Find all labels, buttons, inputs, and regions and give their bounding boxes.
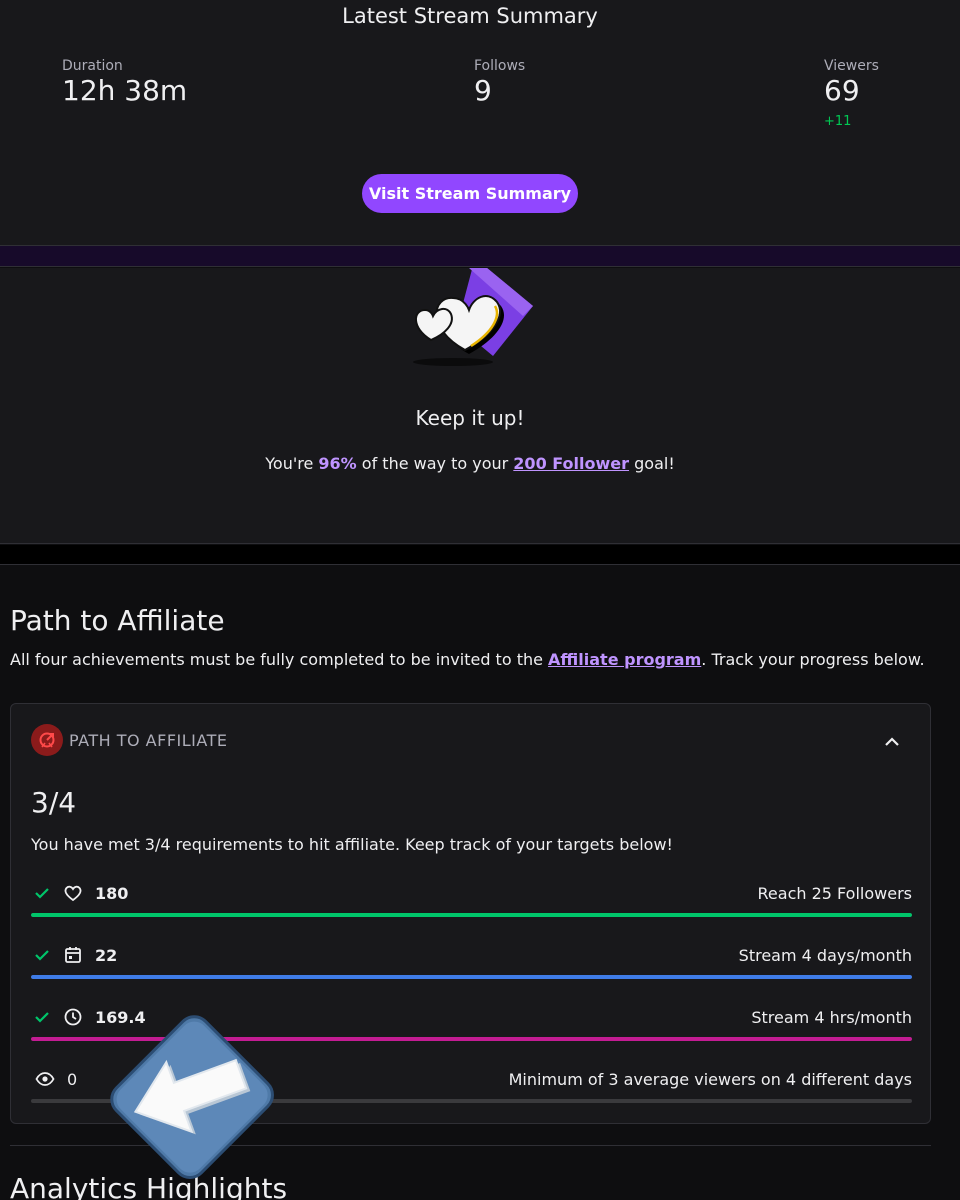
stat-value: 12h 38m xyxy=(62,74,188,107)
heart-icon xyxy=(64,885,82,902)
stat-follows: Follows 9 xyxy=(474,58,525,106)
eye-icon xyxy=(35,1072,55,1086)
stat-label: Duration xyxy=(62,58,123,74)
requirement-goal: Stream 4 days/month xyxy=(738,945,912,965)
summary-title: Latest Stream Summary xyxy=(342,4,598,28)
card-header: PATH TO AFFILIATE xyxy=(31,724,227,756)
requirement-followers: 180 Reach 25 Followers xyxy=(31,878,912,922)
requirement-progress-fill xyxy=(31,975,912,979)
goal-text-prefix: You're xyxy=(265,454,319,473)
stat-viewers: Viewers 69 +11 xyxy=(824,58,879,129)
section-divider xyxy=(0,246,960,267)
requirement-progress-bar xyxy=(31,975,912,979)
requirements-description: You have met 3/4 requirements to hit aff… xyxy=(31,835,673,854)
check-icon xyxy=(35,888,49,899)
clock-icon xyxy=(64,1008,82,1026)
requirement-goal: Reach 25 Followers xyxy=(757,883,912,903)
check-icon xyxy=(35,950,49,961)
follower-goal-panel: Keep it up! You're 96% of the way to you… xyxy=(0,268,960,544)
affiliate-badge-icon xyxy=(31,724,63,756)
requirement-progress-fill xyxy=(31,913,912,917)
goal-percent: 96% xyxy=(318,454,357,473)
stat-label: Viewers xyxy=(824,58,879,74)
visit-stream-summary-button[interactable]: Visit Stream Summary xyxy=(362,174,578,213)
hearts-illustration-icon xyxy=(413,268,533,366)
stream-summary-panel: Latest Stream Summary Duration 12h 38m F… xyxy=(0,0,960,246)
requirement-value: 22 xyxy=(95,945,118,965)
goal-title: Keep it up! xyxy=(415,406,525,430)
requirement-value: 0 xyxy=(67,1069,78,1089)
path-to-affiliate-heading: Path to Affiliate xyxy=(10,604,225,637)
chevron-up-icon[interactable] xyxy=(880,730,904,754)
goal-text-mid: of the way to your xyxy=(356,454,514,473)
goal-progress-text: You're 96% of the way to your 200 Follow… xyxy=(0,454,940,473)
stat-value: 69 xyxy=(824,74,860,107)
follower-goal-link[interactable]: 200 Follower xyxy=(513,454,629,473)
requirement-progress-bar xyxy=(31,913,912,917)
requirement-stream-days: 22 Stream 4 days/month xyxy=(31,940,912,984)
affiliate-program-link[interactable]: Affiliate program xyxy=(548,650,701,669)
stat-label: Follows xyxy=(474,58,526,74)
card-header-label: PATH TO AFFILIATE xyxy=(69,730,228,750)
check-icon xyxy=(35,1012,49,1023)
section-divider xyxy=(0,545,960,565)
desc-prefix: All four achievements must be fully comp… xyxy=(10,650,549,669)
goal-text-suffix: goal! xyxy=(629,454,675,473)
stat-value: 9 xyxy=(474,74,492,107)
stat-duration: Duration 12h 38m xyxy=(62,58,187,106)
viewers-delta: +11 xyxy=(824,114,852,129)
calendar-icon xyxy=(65,947,81,963)
requirement-value: 180 xyxy=(95,883,129,903)
requirement-goal: Stream 4 hrs/month xyxy=(751,1007,912,1027)
desc-suffix: . Track your progress below. xyxy=(701,650,925,669)
path-to-affiliate-description: All four achievements must be fully comp… xyxy=(10,650,925,669)
requirements-ratio: 3/4 xyxy=(31,786,77,819)
requirement-goal: Minimum of 3 average viewers on 4 differ… xyxy=(508,1069,912,1089)
arrow-left-icon xyxy=(110,1015,274,1179)
